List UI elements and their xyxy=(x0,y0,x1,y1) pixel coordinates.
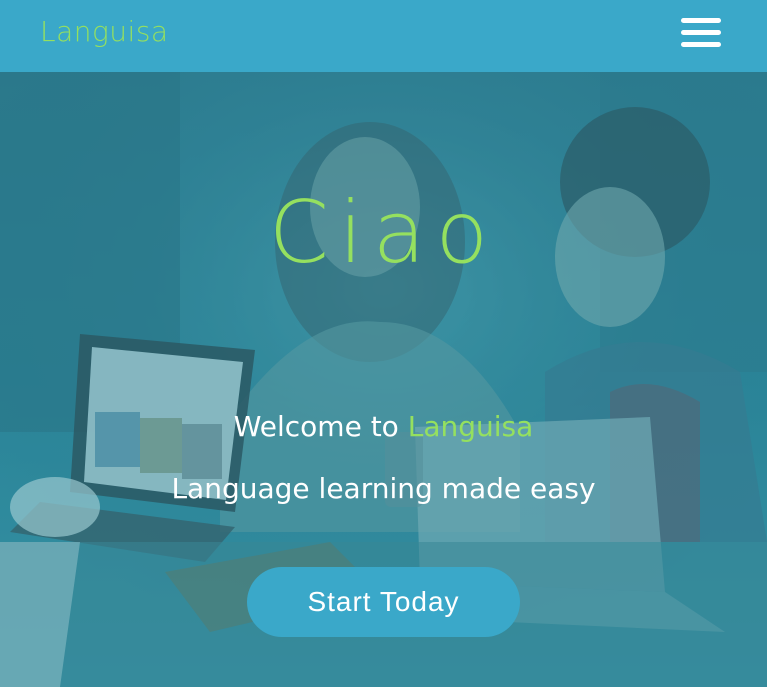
top-navbar: Languisa xyxy=(0,0,767,72)
hero-heading: Ciao xyxy=(268,183,499,283)
hero-section: Ciao Welcome to Languisa Language learni… xyxy=(0,72,767,687)
welcome-brand: Languisa xyxy=(407,410,534,443)
hamburger-line xyxy=(681,18,721,23)
hamburger-menu-icon[interactable] xyxy=(681,17,721,49)
welcome-prefix: Welcome to xyxy=(233,410,408,443)
hamburger-line xyxy=(681,30,721,35)
welcome-text: Welcome to Languisa xyxy=(0,410,767,443)
hamburger-line xyxy=(681,42,721,47)
start-today-button[interactable]: Start Today xyxy=(247,567,520,637)
hero-tagline: Language learning made easy xyxy=(171,472,596,505)
brand-logo-link[interactable]: Languisa xyxy=(40,15,169,48)
